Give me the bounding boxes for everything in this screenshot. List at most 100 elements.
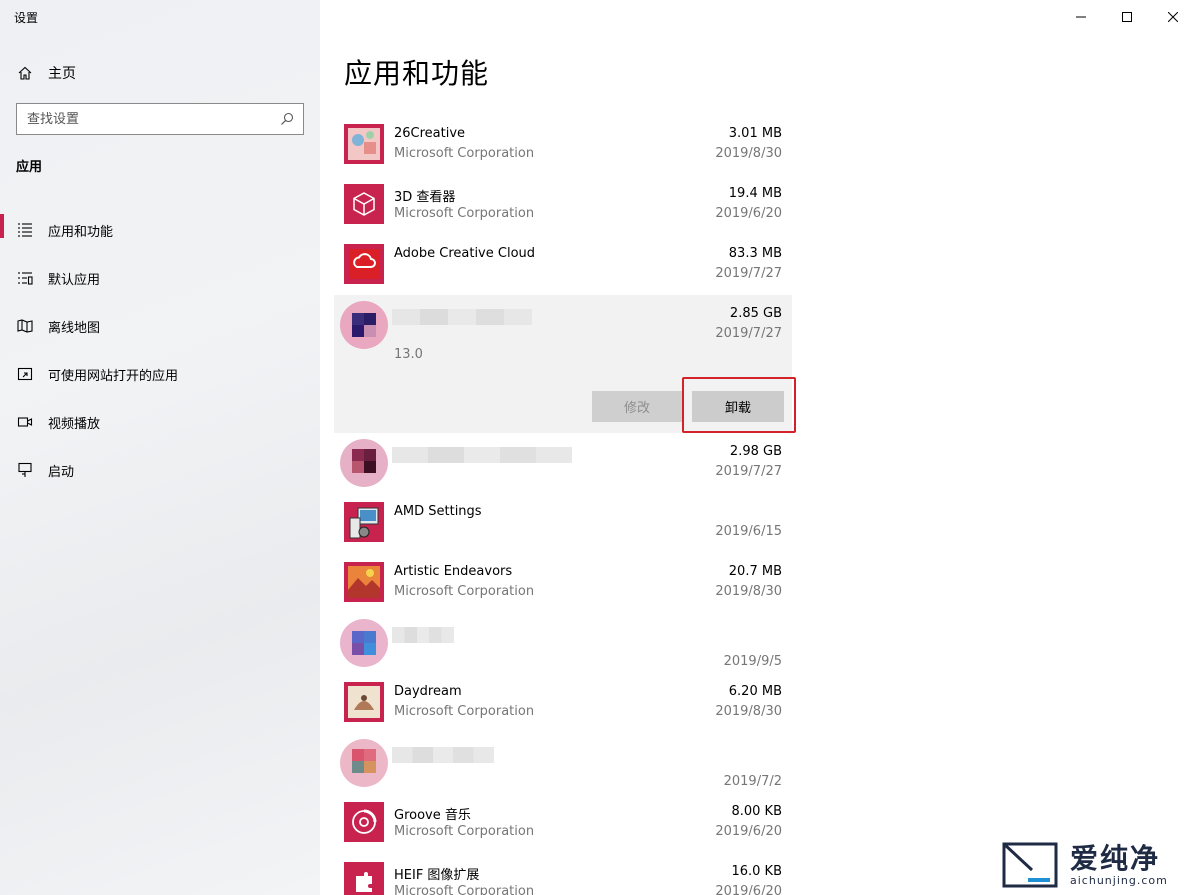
default-apps-icon — [16, 269, 34, 287]
app-26creative-icon — [344, 124, 384, 164]
app-publisher: Microsoft Corporation — [394, 884, 535, 895]
home-link[interactable]: 主页 — [16, 62, 76, 84]
watermark-url: aichunjing.com — [1070, 873, 1168, 887]
app-publisher: Microsoft Corporation — [394, 584, 535, 599]
app-name: 26Creative — [394, 126, 466, 141]
sidebar-item-label: 可使用网站打开的应用 — [48, 368, 179, 384]
app-size: 16.0 KB — [731, 864, 782, 879]
sidebar-item-label: 启动 — [48, 464, 75, 480]
app-size: 8.00 KB — [731, 804, 782, 819]
app-size: 3.01 MB — [728, 126, 782, 141]
watermark-text: 爱纯净 aichunjing.com — [1070, 843, 1168, 887]
blurred-app-icon — [338, 299, 390, 351]
sidebar-item-label: 离线地图 — [48, 320, 101, 336]
sidebar-item-apps-for-websites[interactable]: 可使用网站打开的应用 — [0, 350, 320, 398]
uninstall-button[interactable]: 卸载 — [692, 391, 784, 422]
sidebar: 设置 主页 应用 应用和功能 默认应用 离线地图 — [0, 0, 320, 895]
app-size: 6.20 MB — [728, 684, 782, 699]
video-playback-icon — [16, 413, 34, 431]
sidebar-item-label: 默认应用 — [48, 272, 101, 288]
minimize-icon — [1076, 7, 1086, 26]
app-date: 2019/7/2 — [723, 774, 782, 789]
daydream-icon — [344, 682, 384, 722]
sidebar-item-label: 应用和功能 — [48, 224, 114, 240]
app-name: Groove 音乐 — [394, 808, 471, 823]
sidebar-nav: 应用和功能 默认应用 离线地图 可使用网站打开的应用 视频播放 启动 — [0, 206, 320, 494]
sidebar-item-default-apps[interactable]: 默认应用 — [0, 254, 320, 302]
app-name: Daydream — [394, 684, 462, 699]
app-date: 2019/9/5 — [723, 654, 782, 669]
app-row-heif[interactable]: HEIF 图像扩展 Microsoft Corporation 16.0 KB … — [334, 853, 792, 895]
app-name: 3D 查看器 — [394, 190, 456, 205]
music-disc-icon — [344, 802, 384, 842]
app-row-blurred-4[interactable]: 2019/7/2 — [334, 733, 792, 793]
app-publisher: Microsoft Corporation — [394, 704, 535, 719]
app-publisher: Microsoft Corporation — [394, 824, 535, 839]
home-icon — [16, 64, 34, 82]
app-publisher: Microsoft Corporation — [394, 146, 535, 161]
app-size: 20.7 MB — [728, 564, 782, 579]
app-date: 2019/7/27 — [715, 266, 782, 281]
sidebar-item-startup[interactable]: 启动 — [0, 446, 320, 494]
app-row-groove-music[interactable]: Groove 音乐 Microsoft Corporation 8.00 KB … — [334, 793, 792, 853]
app-date: 2019/6/20 — [715, 824, 782, 839]
search-box[interactable] — [16, 103, 304, 135]
app-date: 2019/8/30 — [715, 146, 782, 161]
sidebar-item-video-playback[interactable]: 视频播放 — [0, 398, 320, 446]
app-date: 2019/8/30 — [715, 584, 782, 599]
watermark-logo-icon — [1000, 840, 1060, 890]
app-date: 2019/6/15 — [715, 524, 782, 539]
maximize-button[interactable] — [1104, 0, 1150, 32]
uninstall-highlight-box: 卸载 — [682, 377, 796, 433]
app-row-blurred-2[interactable]: 2.98 GB 2019/7/27 — [334, 433, 792, 493]
app-date: 2019/8/30 — [715, 704, 782, 719]
blurred-app-icon — [338, 617, 390, 669]
app-name: AMD Settings — [394, 504, 482, 519]
app-name: Artistic Endeavors — [394, 564, 513, 579]
app-name: HEIF 图像扩展 — [394, 868, 480, 883]
close-button[interactable] — [1150, 0, 1196, 32]
artistic-endeavors-icon — [344, 562, 384, 602]
app-size: 19.4 MB — [728, 186, 782, 201]
close-icon — [1167, 7, 1179, 26]
home-label: 主页 — [48, 66, 76, 82]
app-date: 2019/7/27 — [715, 326, 782, 341]
sidebar-item-apps-features[interactable]: 应用和功能 — [0, 206, 320, 254]
search-input[interactable] — [27, 111, 279, 127]
app-list: 26Creative Microsoft Corporation 3.01 MB… — [334, 115, 796, 895]
app-version: 13.0 — [394, 347, 423, 362]
blurred-app-name — [392, 627, 454, 643]
offline-maps-icon — [16, 317, 34, 335]
page-title: 应用和功能 — [344, 57, 490, 90]
blurred-app-name — [392, 309, 532, 325]
watermark: 爱纯净 aichunjing.com — [1000, 838, 1192, 892]
app-row-3d-viewer[interactable]: 3D 查看器 Microsoft Corporation 19.4 MB 201… — [334, 175, 792, 235]
app-row-amd-settings[interactable]: AMD Settings 2019/6/15 — [334, 493, 792, 553]
app-publisher: Microsoft Corporation — [394, 206, 535, 221]
amd-settings-icon — [344, 502, 384, 542]
image-extension-icon — [344, 862, 384, 895]
blurred-app-name — [392, 447, 572, 463]
app-name: Adobe Creative Cloud — [394, 246, 536, 261]
apps-features-icon — [16, 221, 34, 239]
apps-for-websites-icon — [16, 365, 34, 383]
window-title: 设置 — [14, 11, 39, 25]
search-icon[interactable] — [279, 111, 295, 127]
app-size: 2.98 GB — [729, 444, 782, 459]
modify-button[interactable]: 修改 — [592, 391, 682, 422]
app-size: 2.85 GB — [729, 306, 782, 321]
creative-cloud-icon — [344, 244, 384, 284]
app-date: 2019/7/27 — [715, 464, 782, 479]
cube-icon — [344, 184, 384, 224]
app-row-26creative[interactable]: 26Creative Microsoft Corporation 3.01 MB… — [334, 115, 792, 175]
app-row-artistic-endeavors[interactable]: Artistic Endeavors Microsoft Corporation… — [334, 553, 792, 613]
app-row-adobe-creative-cloud[interactable]: Adobe Creative Cloud 83.3 MB 2019/7/27 — [334, 235, 792, 295]
window-controls — [1058, 0, 1196, 32]
minimize-button[interactable] — [1058, 0, 1104, 32]
app-row-daydream[interactable]: Daydream Microsoft Corporation 6.20 MB 2… — [334, 673, 792, 733]
sidebar-item-offline-maps[interactable]: 离线地图 — [0, 302, 320, 350]
app-size: 83.3 MB — [728, 246, 782, 261]
app-date: 2019/6/20 — [715, 206, 782, 221]
app-row-blurred-3[interactable]: 2019/9/5 — [334, 613, 792, 673]
sidebar-item-label: 视频播放 — [48, 416, 101, 432]
